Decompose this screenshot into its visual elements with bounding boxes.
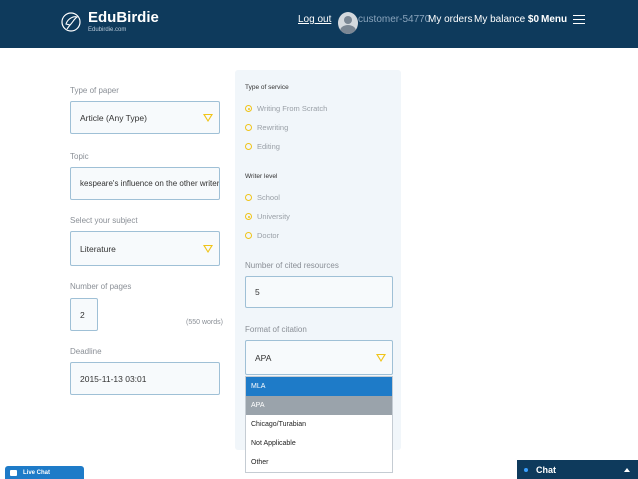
service-title: Type of service: [245, 84, 289, 91]
level-option-school[interactable]: School: [245, 193, 280, 202]
resources-input[interactable]: 5: [245, 276, 393, 308]
live-chat-button[interactable]: Live Chat: [5, 466, 84, 479]
chat-label: Chat: [536, 464, 556, 475]
deadline-label: Deadline: [70, 347, 102, 356]
chevron-up-icon: [624, 467, 630, 472]
service-option-editing[interactable]: Editing: [245, 142, 280, 151]
live-chat-label: Live Chat: [23, 469, 51, 476]
logo-title: EduBirdie: [88, 9, 159, 26]
deadline-value: 2015-11-13 03:01: [80, 373, 147, 384]
level-option-university[interactable]: University: [245, 212, 290, 221]
online-dot-icon: [524, 467, 528, 472]
balance-label: My balance: [474, 14, 526, 25]
logo-subtitle: Edubirdie.com: [88, 27, 127, 33]
level-label: University: [257, 212, 290, 221]
words-count: (550 words): [186, 319, 223, 326]
citation-dropdown: MLA APA Chicago/Turabian Not Applicable …: [245, 376, 393, 473]
pages-value: 2: [80, 309, 85, 320]
logo[interactable]: EduBirdie Edubirdie.com: [60, 10, 159, 34]
my-balance-link[interactable]: My balance $0: [474, 14, 539, 25]
menu-label: Menu: [541, 14, 568, 25]
subject-label: Select your subject: [70, 216, 138, 225]
topic-input[interactable]: kespeare's influence on the other writer…: [70, 167, 220, 200]
my-orders-link[interactable]: My orders: [428, 14, 472, 25]
service-option-rewriting[interactable]: Rewriting: [245, 123, 288, 132]
paper-type-label: Type of paper: [70, 86, 119, 95]
hamburger-icon: [573, 15, 586, 24]
chevron-down-icon: [203, 114, 213, 122]
topic-value: kespeare's influence on the other writer…: [80, 179, 220, 188]
subject-select[interactable]: Literature: [70, 231, 220, 266]
chevron-down-icon: [376, 354, 386, 362]
username-link[interactable]: customer-54770: [358, 14, 430, 25]
citation-label: Format of citation: [245, 325, 307, 334]
chat-bar[interactable]: Chat: [517, 460, 638, 479]
menu-button[interactable]: Menu: [541, 14, 586, 25]
radio-icon: [245, 124, 252, 131]
subject-value: Literature: [80, 243, 116, 254]
service-option-writing[interactable]: Writing From Scratch: [245, 104, 327, 113]
resources-value: 5: [255, 287, 260, 297]
pages-input[interactable]: 2: [70, 298, 98, 331]
resources-label: Number of cited resources: [245, 261, 339, 270]
balance-value: $0: [527, 14, 540, 25]
chevron-down-icon: [203, 245, 213, 253]
radio-icon: [245, 232, 252, 239]
paper-type-select[interactable]: Article (Any Type): [70, 101, 220, 134]
citation-option-not-applicable[interactable]: Not Applicable: [246, 434, 392, 453]
chat-icon: [10, 469, 17, 476]
topic-label: Topic: [70, 152, 89, 161]
service-label: Rewriting: [257, 123, 289, 132]
radio-icon: [245, 213, 252, 220]
top-header: EduBirdie Edubirdie.com Log out customer…: [0, 0, 638, 48]
logout-link[interactable]: Log out: [298, 14, 331, 25]
bird-logo-icon: [60, 10, 82, 34]
service-label: Editing: [257, 142, 280, 151]
level-label: School: [257, 193, 280, 202]
level-label: Doctor: [257, 231, 280, 240]
paper-type-value: Article (Any Type): [80, 112, 147, 123]
level-title: Writer level: [245, 173, 278, 180]
citation-option-chicago[interactable]: Chicago/Turabian: [246, 415, 392, 434]
citation-option-other[interactable]: Other: [246, 453, 392, 472]
radio-icon: [245, 194, 252, 201]
service-label: Writing From Scratch: [257, 104, 328, 113]
radio-icon: [245, 105, 252, 112]
citation-option-apa[interactable]: APA: [246, 396, 392, 415]
deadline-input[interactable]: 2015-11-13 03:01: [70, 362, 220, 395]
citation-option-mla[interactable]: MLA: [246, 377, 392, 396]
citation-select[interactable]: APA: [245, 340, 393, 375]
radio-icon: [245, 143, 252, 150]
level-option-doctor[interactable]: Doctor: [245, 231, 279, 240]
pages-label: Number of pages: [70, 282, 132, 291]
avatar-icon[interactable]: [338, 12, 358, 34]
citation-value: APA: [255, 352, 272, 363]
